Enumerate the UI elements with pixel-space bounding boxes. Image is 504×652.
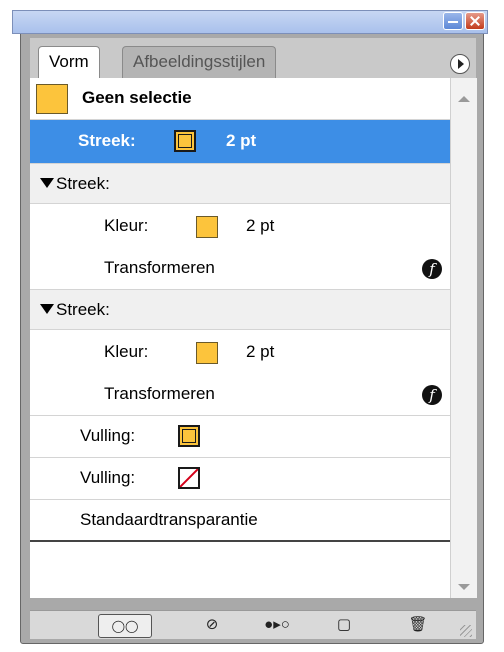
title-bar [12, 10, 488, 34]
selected-stroke-row[interactable]: Streek: 2 pt [30, 120, 450, 164]
transform-row[interactable]: Transformeren f [30, 248, 450, 290]
scroll-up-icon[interactable] [458, 96, 470, 102]
stroke-weight: 2 pt [226, 131, 257, 150]
panel-menu-button[interactable] [450, 54, 470, 74]
clear-appearance-icon[interactable]: ⊘ [200, 614, 224, 636]
fill-label: Vulling: [80, 468, 136, 487]
effects-icon[interactable]: f [422, 385, 442, 405]
bottom-toolbar: ◯◯ ⊘ ●▸○ ▢ 🗑 [30, 610, 476, 639]
fill-swatch[interactable] [178, 425, 200, 447]
color-swatch[interactable] [196, 342, 218, 364]
stroke-group-header[interactable]: Streek: [30, 290, 450, 330]
fill-row[interactable]: Vulling: [30, 416, 450, 458]
vertical-scrollbar[interactable] [450, 78, 477, 598]
stroke-group-label: Streek: [56, 174, 110, 193]
transparency-row[interactable]: Standaardtransparantie [30, 500, 450, 542]
minimize-button[interactable] [443, 12, 463, 30]
tab-row: Vorm Afbeeldingsstijlen [30, 38, 476, 78]
color-swatch[interactable] [196, 216, 218, 238]
stroke-color-row[interactable]: Kleur: 2 pt [30, 204, 450, 248]
effects-icon[interactable]: f [422, 259, 442, 279]
transparency-label: Standaardtransparantie [80, 510, 258, 529]
close-button[interactable] [465, 12, 485, 30]
transform-label: Transformeren [104, 258, 215, 277]
color-label: Kleur: [104, 216, 149, 235]
stroke-group-header[interactable]: Streek: [30, 164, 450, 204]
empty-area [30, 542, 450, 598]
selection-header-row: Geen selectie [30, 78, 450, 120]
fill-row[interactable]: Vulling: [30, 458, 450, 500]
disclosure-triangle-icon[interactable] [40, 178, 54, 188]
selection-thumbnail [36, 84, 68, 114]
fill-none-swatch[interactable] [178, 467, 200, 489]
tab-afbeeldingsstijlen[interactable]: Afbeeldingsstijlen [122, 46, 277, 78]
trash-icon[interactable]: 🗑 [406, 614, 430, 636]
stroke-color-row[interactable]: Kleur: 2 pt [30, 330, 450, 374]
selection-label: Geen selectie [82, 88, 192, 107]
fill-label: Vulling: [80, 426, 136, 445]
color-weight: 2 pt [246, 342, 275, 361]
transform-label: Transformeren [104, 384, 215, 403]
disclosure-triangle-icon[interactable] [40, 304, 54, 314]
reduce-to-basic-icon[interactable]: ●▸○ [252, 614, 302, 636]
stroke-group-label: Streek: [56, 300, 110, 319]
resize-grip-icon[interactable] [460, 625, 472, 637]
scroll-down-icon[interactable] [458, 584, 470, 590]
stroke-swatch[interactable] [174, 130, 196, 152]
color-weight: 2 pt [246, 216, 275, 235]
transform-row[interactable]: Transformeren f [30, 374, 450, 416]
color-label: Kleur: [104, 342, 149, 361]
add-new-stroke-button[interactable]: ◯◯ [98, 614, 152, 638]
tab-vorm[interactable]: Vorm [38, 46, 100, 78]
selected-stroke-label: Streek: [78, 131, 136, 150]
appearance-list: Geen selectie Streek: 2 pt Streek: Kleur… [30, 78, 450, 598]
duplicate-item-icon[interactable]: ▢ [332, 614, 356, 636]
